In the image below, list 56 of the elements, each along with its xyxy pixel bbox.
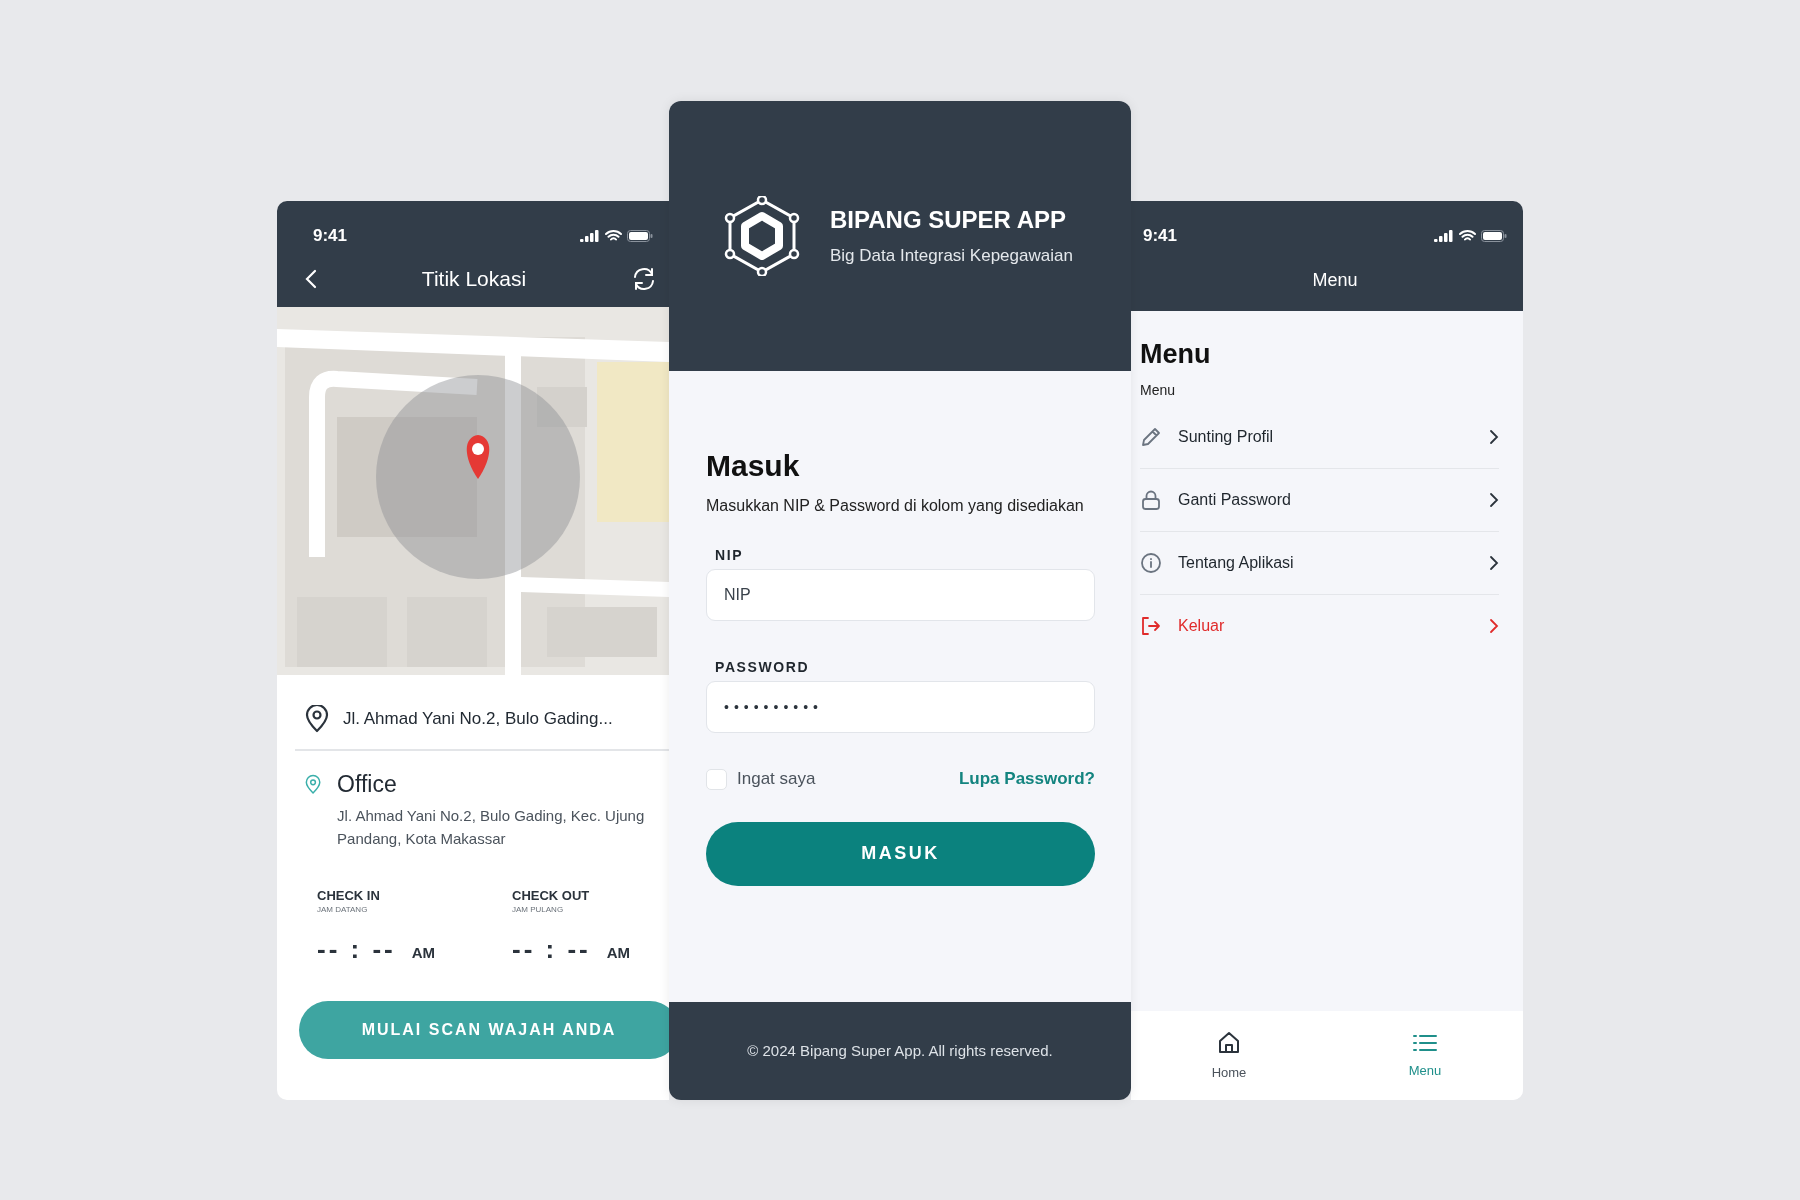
attendance-time: -- : -- (317, 933, 396, 965)
login-title: Masuk (706, 448, 801, 483)
forgot-password-link[interactable]: Lupa Password? (958, 769, 1095, 789)
field-label: PASSWORD (714, 658, 811, 675)
nip-field[interactable]: NIP (706, 568, 1095, 621)
hexagon-logo-icon (722, 195, 802, 276)
back-icon[interactable] (305, 268, 317, 289)
chevron-icon (1489, 617, 1499, 634)
chevron-icon (1489, 554, 1499, 571)
location-pin-icon (305, 704, 329, 733)
office-address: Jl. Ahmad Yani No.2, Bulo Gading, Kec. Ujung Pandang, Kota Makassar (337, 805, 646, 849)
attendance-label: CHECK IN (317, 887, 381, 903)
attendance-period: AM (411, 943, 436, 961)
app-tagline: Big Data Integrasi Kepegawaian (830, 245, 1073, 266)
remember-checkbox[interactable] (706, 768, 727, 790)
chevron-icon (1489, 491, 1499, 508)
battery-icon (1481, 229, 1507, 242)
screen-title: Menu (1312, 270, 1358, 291)
remember-label: Ingat saya (737, 769, 816, 789)
field-label: NIP (714, 546, 745, 563)
pencil-icon (1140, 425, 1162, 448)
menu-item[interactable]: Sunting Profil (1178, 427, 1489, 446)
login-button[interactable]: MASUK (706, 821, 1095, 886)
signal-icon (580, 229, 600, 242)
wifi-icon (605, 229, 622, 242)
logout-icon (1140, 614, 1162, 637)
wifi-icon (1459, 229, 1476, 242)
list-icon (1413, 1032, 1437, 1053)
office-name: Office (337, 770, 398, 798)
menu-heading: Menu (1140, 338, 1212, 370)
copyright-text: © 2024 Bipang Super App. All rights reserved. (747, 1042, 1053, 1059)
attendance-sublabel: JAM PULANG (512, 904, 565, 914)
lock-icon (1140, 488, 1162, 511)
attendance-label: CHECK OUT (512, 887, 591, 903)
nav-tab[interactable]: Menu (1327, 1010, 1523, 1100)
info-icon (1140, 551, 1162, 574)
signal-icon (1434, 229, 1454, 242)
status-time: 9:41 (1143, 225, 1178, 246)
home-icon (1218, 1030, 1240, 1055)
nav-tab[interactable]: Home (1131, 1010, 1327, 1100)
status-time: 9:41 (313, 225, 348, 246)
chevron-icon (1489, 428, 1499, 445)
attendance-sublabel: JAM DATANG (317, 904, 369, 914)
app-name: BIPANG SUPER APP (830, 205, 1068, 234)
attendance-period: AM (606, 943, 631, 961)
refresh-icon[interactable] (631, 266, 657, 291)
menu-subheading: Menu (1140, 381, 1177, 398)
password-field[interactable]: •••••••••• (706, 680, 1095, 733)
screen-title: Titik Lokasi (421, 266, 527, 291)
battery-icon (627, 229, 653, 242)
login-subtitle: Masukkan NIP & Password di kolom yang disediakan (706, 496, 1085, 515)
menu-item[interactable]: Keluar (1178, 616, 1489, 635)
menu-item[interactable]: Tentang Aplikasi (1178, 553, 1489, 572)
menu-item[interactable]: Ganti Password (1178, 490, 1489, 509)
current-address: Jl. Ahmad Yani No.2, Bulo Gading... (343, 708, 613, 729)
attendance-time: -- : -- (512, 933, 591, 965)
